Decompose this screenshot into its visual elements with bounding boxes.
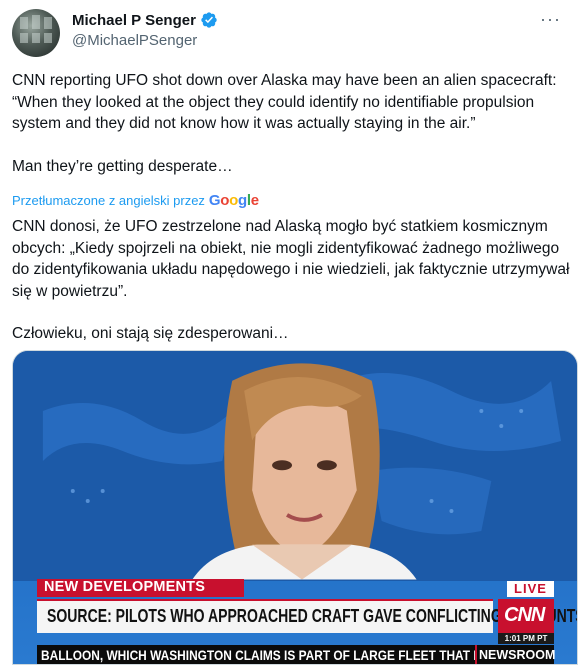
tweet-media-image[interactable]: NEW DEVELOPMENTS LIVE SOURCE: PILOTS WHO… (12, 350, 578, 665)
tweet-paragraph-1: CNN reporting UFO shot down over Alaska … (12, 72, 557, 132)
author-name[interactable]: Michael P Senger (72, 12, 196, 29)
lower-third-headline: SOURCE: PILOTS WHO APPROACHED CRAFT GAVE… (37, 599, 577, 633)
translated-text: CNN donosi, że UFO zestrzelone nad Alask… (12, 216, 574, 345)
author-avatar[interactable] (12, 9, 60, 57)
lower-third-tag-text: NEW DEVELOPMENTS (44, 579, 206, 595)
translated-paragraph-2: Człowieku, oni stają się zdesperowani… (12, 325, 289, 342)
author-handle[interactable]: @MichaelPSenger (72, 32, 197, 49)
news-ticker: BALLOON, WHICH WASHINGTON CLAIMS IS PART… (37, 645, 497, 664)
program-name: NEWSROOM (475, 645, 555, 664)
translation-attribution[interactable]: Przetłumaczone z angielski przez Google (12, 192, 259, 209)
verified-badge-icon (200, 11, 218, 29)
cnn-logo-icon: CNN (498, 599, 554, 633)
translated-paragraph-1: CNN donosi, że UFO zestrzelone nad Alask… (12, 218, 570, 300)
author-name-row: Michael P Senger (72, 11, 218, 29)
broadcast-time: 1:01 PM PT (498, 633, 554, 644)
live-badge: LIVE (507, 581, 554, 597)
tweet-paragraph-2: Man they’re getting desperate… (12, 157, 233, 175)
ticker-text: BALLOON, WHICH WASHINGTON CLAIMS IS PART… (41, 647, 497, 663)
tweet-header: Michael P Senger @MichaelPSenger ··· (12, 9, 567, 57)
translation-label: Przetłumaczone z angielski przez (12, 193, 205, 208)
more-dots-icon[interactable]: ··· (540, 9, 561, 30)
lower-third-tag: NEW DEVELOPMENTS (37, 579, 244, 597)
network-logo-text: CNN (504, 604, 545, 626)
google-logo: Google (208, 192, 259, 209)
tweet-text: CNN reporting UFO shot down over Alaska … (12, 70, 572, 177)
